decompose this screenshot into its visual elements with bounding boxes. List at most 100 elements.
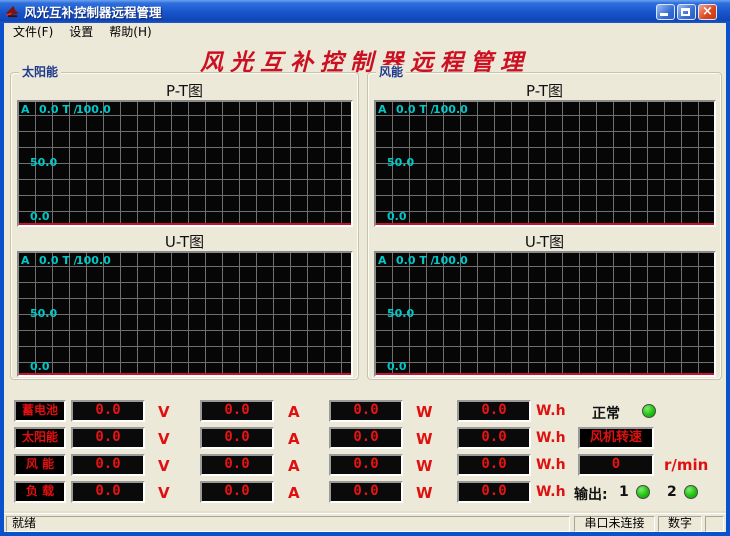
- output1-led: [636, 485, 650, 499]
- status-num-indicator: 数字: [658, 516, 702, 532]
- minimize-button[interactable]: [656, 4, 675, 20]
- axis-t-label: 0.0 T /: [396, 254, 435, 267]
- axis-t-max: 100.0: [76, 254, 111, 267]
- close-button[interactable]: ×: [698, 4, 717, 20]
- axis-y-min: 0.0: [387, 360, 407, 373]
- volt-unit: V: [158, 430, 170, 448]
- volt-unit: V: [158, 457, 170, 475]
- solar-pt-chart-title: P-T图: [11, 80, 358, 101]
- axis-y-min: 0.0: [30, 210, 50, 223]
- fan-speed-unit: r/min: [664, 456, 708, 474]
- group-wind-label: 风能: [376, 65, 406, 79]
- axis-y-mid: 50.0: [30, 307, 57, 320]
- axis-t-max: 100.0: [76, 103, 111, 116]
- watt-unit: W: [416, 403, 433, 421]
- normal-status-led: [642, 404, 656, 418]
- group-solar-label: 太阳能: [19, 65, 61, 79]
- axis-y-mid: 50.0: [387, 307, 414, 320]
- menu-settings[interactable]: 设置: [61, 22, 101, 42]
- maximize-icon: [681, 8, 690, 16]
- solar-label: 太阳能: [14, 427, 66, 449]
- app-window: 风光互补控制器远程管理 × 文件(F) 设置 帮助(H) 风光互补控制器远程管理…: [0, 0, 730, 536]
- battery-amp-display: 0.0: [200, 400, 274, 422]
- status-bar: 就绪 串口未连接 数字: [4, 513, 726, 532]
- normal-status-label: 正常: [592, 403, 620, 423]
- axis-y-mid: 50.0: [387, 156, 414, 169]
- app-icon: [5, 4, 20, 19]
- axis-y-name: A: [21, 254, 30, 267]
- amp-unit: A: [288, 403, 300, 421]
- battery-volt-display: 0.0: [71, 400, 145, 422]
- output2-number: 2: [667, 484, 677, 500]
- axis-y-name: A: [378, 103, 387, 116]
- menu-bar: 文件(F) 设置 帮助(H): [4, 23, 726, 41]
- wind-label: 风 能: [14, 454, 66, 476]
- watt-unit: W: [416, 484, 433, 502]
- title-bar[interactable]: 风光互补控制器远程管理 ×: [0, 0, 730, 23]
- axis-y-min: 0.0: [387, 210, 407, 223]
- wh-unit: W.h: [536, 430, 566, 446]
- solar-amp-display: 0.0: [200, 427, 274, 449]
- watt-unit: W: [416, 457, 433, 475]
- wind-ut-chart-title: U-T图: [368, 231, 721, 252]
- battery-wh-display: 0.0: [457, 400, 531, 422]
- solar-volt-display: 0.0: [71, 427, 145, 449]
- wind-watt-display: 0.0: [329, 454, 403, 476]
- load-volt-display: 0.0: [71, 481, 145, 503]
- wind-volt-display: 0.0: [71, 454, 145, 476]
- group-solar: 太阳能 P-T图 A 0.0 T / 100.0 50.0 0.0 U-T图 A…: [10, 72, 359, 380]
- status-extra-pane: [705, 516, 724, 532]
- wh-unit: W.h: [536, 484, 566, 500]
- amp-unit: A: [288, 457, 300, 475]
- wind-ut-chart: A 0.0 T / 100.0 50.0 0.0: [374, 251, 716, 377]
- output-label: 输出:: [574, 484, 608, 504]
- chart-baseline: [376, 223, 714, 225]
- solar-ut-chart-title: U-T图: [11, 231, 358, 252]
- volt-unit: V: [158, 484, 170, 502]
- solar-ut-chart: A 0.0 T / 100.0 50.0 0.0: [17, 251, 353, 377]
- load-amp-display: 0.0: [200, 481, 274, 503]
- chart-baseline: [19, 223, 351, 225]
- output1-number: 1: [619, 484, 629, 500]
- axis-t-label: 0.0 T /: [39, 103, 78, 116]
- wind-pt-chart-title: P-T图: [368, 80, 721, 101]
- maximize-button[interactable]: [677, 4, 696, 20]
- axis-t-max: 100.0: [433, 103, 468, 116]
- axis-y-name: A: [378, 254, 387, 267]
- row-load: 负 载 0.0 V 0.0 A 0.0 W 0.0 W.h: [4, 481, 726, 503]
- load-label: 负 载: [14, 481, 66, 503]
- window-title: 风光互补控制器远程管理: [24, 2, 656, 21]
- minimize-icon: [660, 13, 668, 16]
- solar-watt-display: 0.0: [329, 427, 403, 449]
- battery-watt-display: 0.0: [329, 400, 403, 422]
- menu-file[interactable]: 文件(F): [5, 22, 61, 42]
- axis-y-min: 0.0: [30, 360, 50, 373]
- solar-wh-display: 0.0: [457, 427, 531, 449]
- axis-t-label: 0.0 T /: [396, 103, 435, 116]
- wind-wh-display: 0.0: [457, 454, 531, 476]
- volt-unit: V: [158, 403, 170, 421]
- output2-led: [684, 485, 698, 499]
- load-watt-display: 0.0: [329, 481, 403, 503]
- fan-speed-display: 0: [578, 454, 654, 476]
- battery-label: 蓄电池: [14, 400, 66, 422]
- chart-baseline: [19, 373, 351, 375]
- axis-t-label: 0.0 T /: [39, 254, 78, 267]
- group-wind: 风能 P-T图 A 0.0 T / 100.0 50.0 0.0 U-T图 A …: [367, 72, 722, 380]
- fan-speed-label: 风机转速: [578, 427, 654, 449]
- chart-baseline: [376, 373, 714, 375]
- axis-y-mid: 50.0: [30, 156, 57, 169]
- wind-amp-display: 0.0: [200, 454, 274, 476]
- axis-y-name: A: [21, 103, 30, 116]
- menu-help[interactable]: 帮助(H): [101, 22, 159, 42]
- client-area: 文件(F) 设置 帮助(H) 风光互补控制器远程管理 太阳能 P-T图 A 0.…: [4, 23, 726, 532]
- axis-t-max: 100.0: [433, 254, 468, 267]
- wind-pt-chart: A 0.0 T / 100.0 50.0 0.0: [374, 100, 716, 227]
- watt-unit: W: [416, 430, 433, 448]
- wh-unit: W.h: [536, 403, 566, 419]
- solar-pt-chart: A 0.0 T / 100.0 50.0 0.0: [17, 100, 353, 227]
- status-serial-connection: 串口未连接: [574, 516, 655, 532]
- status-ready: 就绪: [6, 516, 570, 532]
- amp-unit: A: [288, 430, 300, 448]
- wh-unit: W.h: [536, 457, 566, 473]
